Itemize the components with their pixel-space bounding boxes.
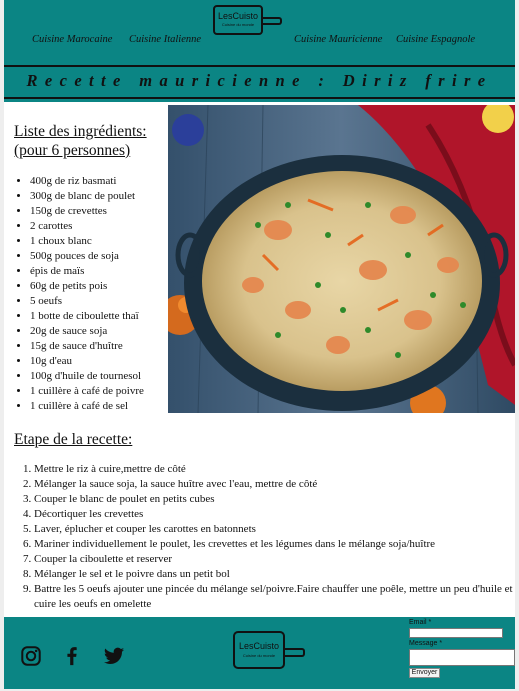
dish-photo [168, 105, 515, 413]
ingredient-item: 500g pouces de soja [30, 249, 144, 264]
step-item: Mélanger la sauce soja, la sauce huître … [34, 477, 515, 492]
ingredient-item: 150g de crevettes [30, 204, 144, 219]
ingredient-item: 100g d'huile de tournesol [30, 369, 144, 384]
ingredient-item: 300g de blanc de poulet [30, 189, 144, 204]
step-item: Couper le blanc de poulet en petits cube… [34, 492, 515, 507]
dish-illustration [168, 105, 515, 413]
footer-logo-tagline: Cuisine du monde [242, 653, 276, 658]
nav-cuisine-italienne[interactable]: Cuisine Italienne [129, 34, 201, 45]
logo-name: LesCuisto [217, 11, 259, 21]
ingredient-item: 1 botte de ciboulette thaï [30, 309, 144, 324]
header-logo[interactable]: LesCuisto Cuisine du monde [213, 5, 263, 35]
nav-cuisine-marocaine[interactable]: Cuisine Marocaine [32, 34, 112, 45]
ingredient-item: 1 cuillère à café de poivre [30, 384, 144, 399]
step-item: Battre les 5 oeufs ajouter une pincée du… [34, 582, 515, 612]
step-item: Mélanger le sel et le poivre dans un pet… [34, 567, 515, 582]
ingredients-heading-label: Liste des ingrédients: [14, 123, 147, 140]
steps-list: Mettre le riz à cuire,mettre de côtéMéla… [14, 462, 515, 612]
message-label: Message * [409, 640, 443, 647]
title-bar: Recette mauricienne : Diriz frire [4, 65, 515, 99]
ingredient-item: 2 carottes [30, 219, 144, 234]
ingredient-item: 1 cuillère à café de sel [30, 399, 144, 414]
footer-logo[interactable]: LesCuisto Cuisine du monde [233, 631, 285, 669]
instagram-icon[interactable] [20, 645, 42, 667]
ingredient-item: 15g de sauce d'huître [30, 339, 144, 354]
message-field[interactable] [409, 649, 515, 666]
site-header: LesCuisto Cuisine du monde Cuisine Maroc… [4, 0, 515, 102]
ingredient-item: 60g de petits pois [30, 279, 144, 294]
nav-cuisine-espagnole[interactable]: Cuisine Espagnole [396, 34, 475, 45]
nav-cuisine-mauricienne[interactable]: Cuisine Mauricienne [294, 34, 382, 45]
ingredient-item: 400g de riz basmati [30, 174, 144, 189]
ingredient-item: 10g d'eau [30, 354, 144, 369]
logo-pan-handle [261, 17, 282, 25]
page: LesCuisto Cuisine du monde Cuisine Maroc… [4, 0, 515, 689]
ingredients-list: 400g de riz basmati300g de blanc de poul… [14, 174, 144, 414]
ingredient-item: épis de maïs [30, 264, 144, 279]
send-button[interactable]: Envoyer [409, 668, 440, 678]
steps-heading: Etape de la recette: [14, 431, 133, 448]
email-field[interactable] [409, 628, 503, 638]
servings-label: (pour 6 personnes) [14, 142, 131, 159]
email-label: Email * [409, 619, 432, 626]
step-item: Laver, éplucher et couper les carottes e… [34, 522, 515, 537]
step-item: Décortiquer les crevettes [34, 507, 515, 522]
logo-tagline: Cuisine du monde [221, 22, 255, 27]
ingredient-item: 5 oeufs [30, 294, 144, 309]
ingredient-item: 20g de sauce soja [30, 324, 144, 339]
step-item: Mariner individuellement le poulet, les … [34, 537, 515, 552]
site-footer: LesCuisto Cuisine du monde Email * Messa… [4, 617, 515, 689]
footer-logo-name: LesCuisto [238, 641, 280, 651]
step-item: Couper la ciboulette et reserver [34, 552, 515, 567]
footer-logo-pan-handle [283, 648, 305, 657]
ingredients-heading: Liste des ingrédients: (pour 6 personnes… [14, 122, 147, 160]
step-item: Mettre le riz à cuire,mettre de côté [34, 462, 515, 477]
facebook-icon[interactable] [61, 645, 83, 667]
page-title: Recette mauricienne : Diriz frire [26, 71, 493, 90]
twitter-icon[interactable] [103, 645, 125, 667]
ingredient-item: 1 choux blanc [30, 234, 144, 249]
